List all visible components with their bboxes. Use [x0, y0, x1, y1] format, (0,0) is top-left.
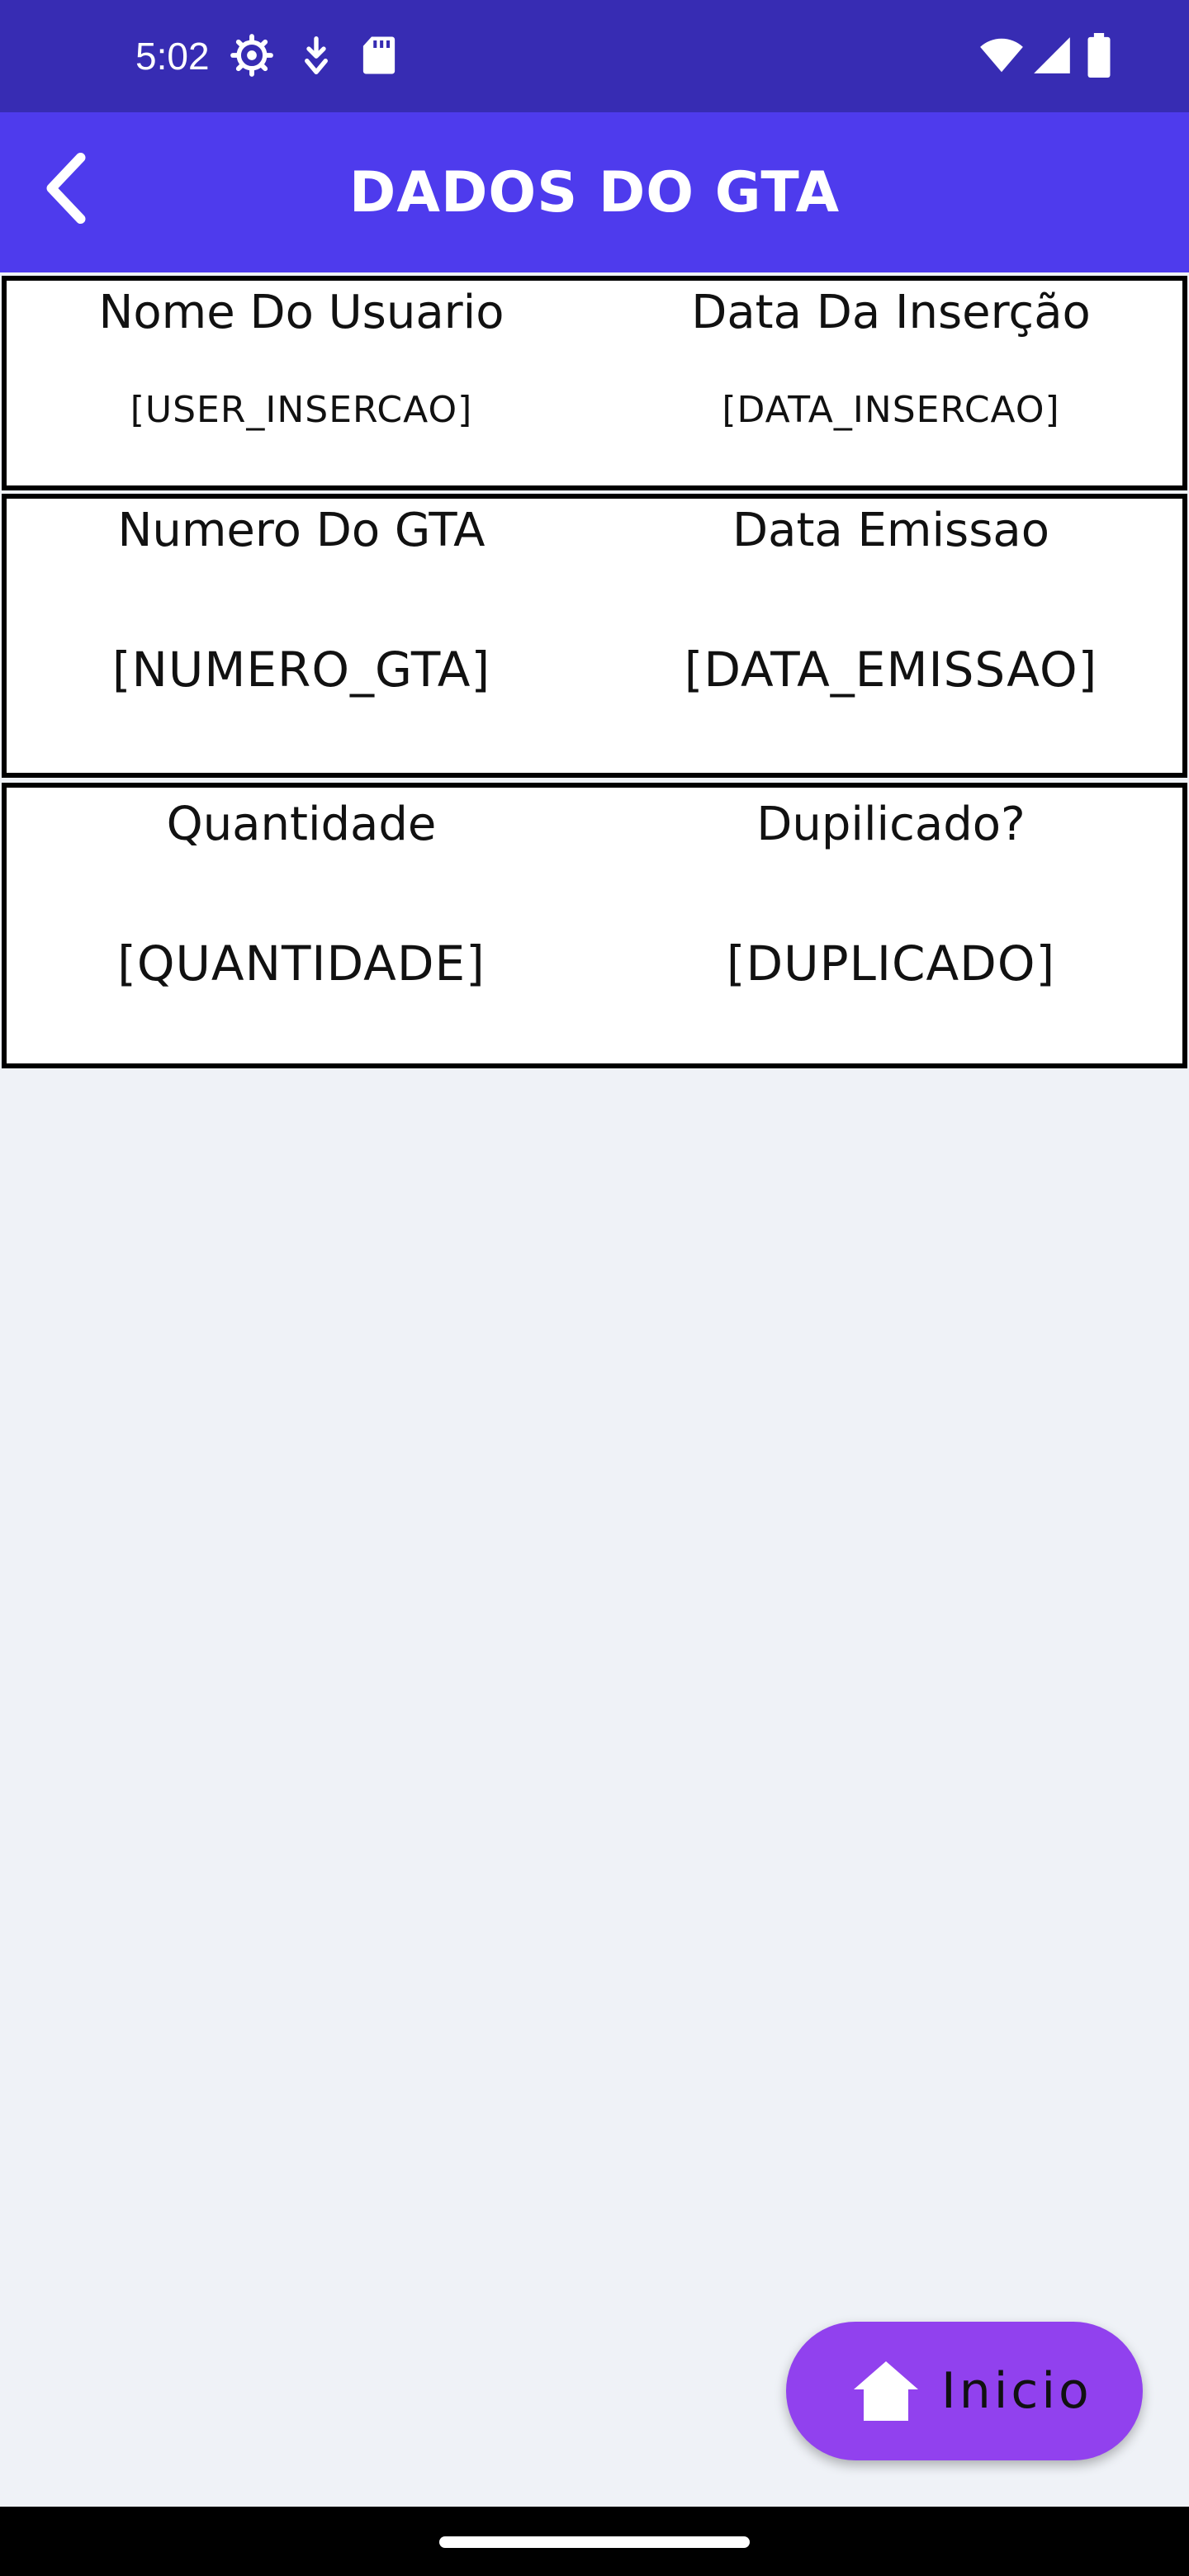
user-value: [USER_INSERCAO] — [130, 389, 473, 431]
emission-date-label: Data Emissao — [732, 504, 1049, 557]
system-nav-bar — [0, 2507, 1189, 2576]
user-column: Nome Do Usuario [USER_INSERCAO] — [7, 281, 596, 485]
duplicated-value: [DUPLICADO] — [726, 935, 1056, 992]
page-title: DADOS DO GTA — [348, 159, 841, 225]
sd-card-icon — [360, 33, 398, 78]
info-card-user-insertion: Nome Do Usuario [USER_INSERCAO] Data Da … — [2, 276, 1187, 490]
home-icon — [850, 2358, 921, 2424]
info-card-quantity: Quantidade [QUANTIDADE] Dupilicado? [DUP… — [2, 783, 1187, 1068]
home-gesture-handle[interactable] — [439, 2536, 750, 2548]
quantity-label: Quantidade — [166, 798, 437, 851]
info-card-gta-number: Numero Do GTA [NUMERO_GTA] Data Emissao … — [2, 494, 1187, 778]
duplicated-column: Dupilicado? [DUPLICADO] — [596, 788, 1186, 1063]
quantity-value: [QUANTIDADE] — [117, 935, 486, 992]
gta-number-value: [NUMERO_GTA] — [111, 642, 491, 698]
app-bar: DADOS DO GTA — [0, 112, 1189, 272]
insertion-date-column: Data Da Inserção [DATA_INSERCAO] — [596, 281, 1186, 485]
download-icon — [297, 33, 335, 78]
insertion-date-label: Data Da Inserção — [691, 286, 1091, 339]
emission-date-column: Data Emissao [DATA_EMISSAO] — [596, 499, 1186, 773]
user-label: Nome Do Usuario — [98, 286, 504, 339]
duplicated-label: Dupilicado? — [756, 798, 1026, 851]
gear-icon — [230, 33, 274, 78]
gta-number-label: Numero Do GTA — [117, 504, 486, 557]
wifi-icon — [979, 36, 1024, 74]
cellular-signal-icon — [1032, 36, 1072, 74]
home-fab-label: Inicio — [941, 2362, 1092, 2420]
home-fab-button[interactable]: Inicio — [786, 2322, 1143, 2460]
emission-date-value: [DATA_EMISSAO] — [684, 642, 1098, 698]
gta-details-screen: 5:02 DADOS DO GTA Nome Do Usuario [USER_… — [0, 0, 1189, 2576]
gta-number-column: Numero Do GTA [NUMERO_GTA] — [7, 499, 596, 773]
chevron-left-icon — [41, 151, 91, 229]
status-bar: 5:02 — [0, 0, 1189, 112]
battery-icon — [1087, 33, 1111, 78]
quantity-column: Quantidade [QUANTIDADE] — [7, 788, 596, 1063]
insertion-date-value: [DATA_INSERCAO] — [722, 389, 1060, 431]
back-button[interactable] — [25, 149, 107, 231]
status-time: 5:02 — [135, 35, 210, 78]
